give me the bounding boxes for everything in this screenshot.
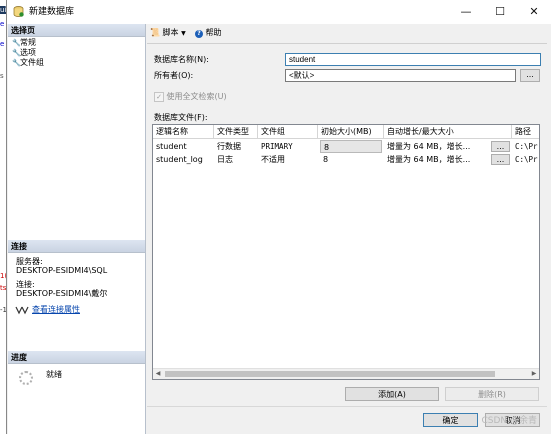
new-database-dialog: 新建数据库 — ☐ ✕ 选择页 🔧常规 🔧选项 🔧文件组 连接 服务器: DES…: [6, 0, 551, 434]
column-header[interactable]: 初始大小(MB): [318, 125, 384, 139]
minimize-button[interactable]: —: [449, 0, 483, 24]
server-value: DESKTOP-ESIDMI4\SQL: [16, 266, 108, 275]
checkbox-checked-icon: ✓: [154, 91, 164, 102]
script-label: 脚本: [162, 28, 179, 37]
remove-file-button[interactable]: 删除(R): [445, 387, 539, 401]
sidebar-item-options[interactable]: 🔧选项: [12, 48, 36, 58]
file-type-cell[interactable]: 行数据: [214, 140, 258, 153]
path-cell[interactable]: C:\Pr: [512, 140, 539, 153]
connection-value: DESKTOP-ESIDMI4\戴尔: [16, 289, 108, 298]
sidebar-item-general[interactable]: 🔧常规: [12, 38, 36, 48]
fulltext-checkbox[interactable]: ✓ 使用全文检索(U): [154, 91, 227, 102]
footer-divider: [147, 406, 547, 407]
view-connection-properties-link[interactable]: 查看连接属性: [32, 305, 80, 315]
column-header[interactable]: 逻辑名称: [153, 125, 214, 139]
logical-name-cell[interactable]: student: [153, 140, 214, 153]
connection-properties-icon: [15, 306, 29, 315]
progress-header: 进度: [8, 351, 145, 364]
logical-name-cell[interactable]: student_log: [153, 153, 214, 166]
script-icon: 📜: [150, 28, 160, 37]
watermark: CSDN @余青: [481, 416, 537, 426]
toolbar-divider: [147, 43, 547, 44]
column-header[interactable]: 文件组: [258, 125, 318, 139]
ok-button[interactable]: 确定: [423, 413, 478, 427]
sidebar-item-filegroups[interactable]: 🔧文件组: [12, 58, 44, 68]
script-button[interactable]: 📜 脚本 ▼: [150, 27, 186, 40]
wrench-icon: 🔧: [12, 49, 21, 57]
scroll-right-icon[interactable]: ▶: [529, 369, 539, 379]
owner-input[interactable]: [285, 69, 516, 82]
scroll-left-icon[interactable]: ◀: [153, 369, 163, 379]
file-type-cell[interactable]: 日志: [214, 153, 258, 166]
db-name-input[interactable]: [285, 53, 541, 66]
progress-spinner-icon: [19, 371, 33, 385]
title-bar[interactable]: 新建数据库 — ☐ ✕: [7, 0, 551, 24]
column-header[interactable]: 路径: [512, 125, 539, 139]
initial-size-cell[interactable]: 8: [320, 140, 382, 153]
column-header[interactable]: 文件类型: [214, 125, 258, 139]
owner-browse-button[interactable]: ...: [520, 69, 540, 82]
horizontal-scrollbar[interactable]: ◀ ▶: [153, 368, 539, 379]
select-page-header: 选择页: [8, 24, 145, 37]
left-pane: 选择页 🔧常规 🔧选项 🔧文件组 连接 服务器: DESKTOP-ESIDMI4…: [8, 24, 146, 434]
initial-size-cell[interactable]: 8: [320, 153, 382, 166]
column-header[interactable]: 自动增长/最大大小: [384, 125, 512, 139]
sidebar-item-label: 常规: [20, 38, 36, 47]
db-files-label: 数据库文件(F):: [154, 113, 208, 122]
help-label: 帮助: [205, 28, 222, 37]
db-files-table[interactable]: 逻辑名称 文件类型 文件组 初始大小(MB) 自动增长/最大大小 路径 stud…: [152, 124, 540, 380]
chevron-down-icon: ▼: [181, 30, 186, 37]
sidebar-item-label: 选项: [20, 48, 36, 57]
window-title: 新建数据库: [29, 7, 75, 17]
db-name-label: 数据库名称(N):: [154, 55, 209, 64]
filegroup-cell[interactable]: PRIMARY: [258, 140, 318, 153]
add-file-button[interactable]: 添加(A): [345, 387, 439, 401]
database-icon: [13, 6, 24, 17]
progress-status: 就绪: [46, 370, 62, 379]
scrollbar-thumb[interactable]: [165, 371, 495, 377]
wrench-icon: 🔧: [12, 39, 21, 47]
fulltext-label: 使用全文检索(U): [166, 92, 227, 101]
autogrowth-edit-button[interactable]: ...: [491, 141, 510, 152]
autogrowth-cell: 增量为 64 MB，增长...: [387, 155, 471, 164]
help-button[interactable]: ? 帮助: [195, 27, 222, 39]
maximize-button[interactable]: ☐: [483, 0, 517, 24]
autogrowth-cell: 增量为 64 MB，增长...: [387, 142, 471, 151]
owner-label: 所有者(O):: [154, 71, 194, 80]
wrench-icon: 🔧: [12, 59, 21, 67]
help-icon: ?: [195, 30, 203, 38]
close-button[interactable]: ✕: [517, 0, 551, 24]
autogrowth-edit-button[interactable]: ...: [491, 154, 510, 165]
connection-header: 连接: [8, 240, 145, 253]
path-cell[interactable]: C:\Pr: [512, 153, 539, 166]
sidebar-item-label: 文件组: [20, 58, 44, 67]
filegroup-cell[interactable]: 不适用: [258, 153, 318, 166]
